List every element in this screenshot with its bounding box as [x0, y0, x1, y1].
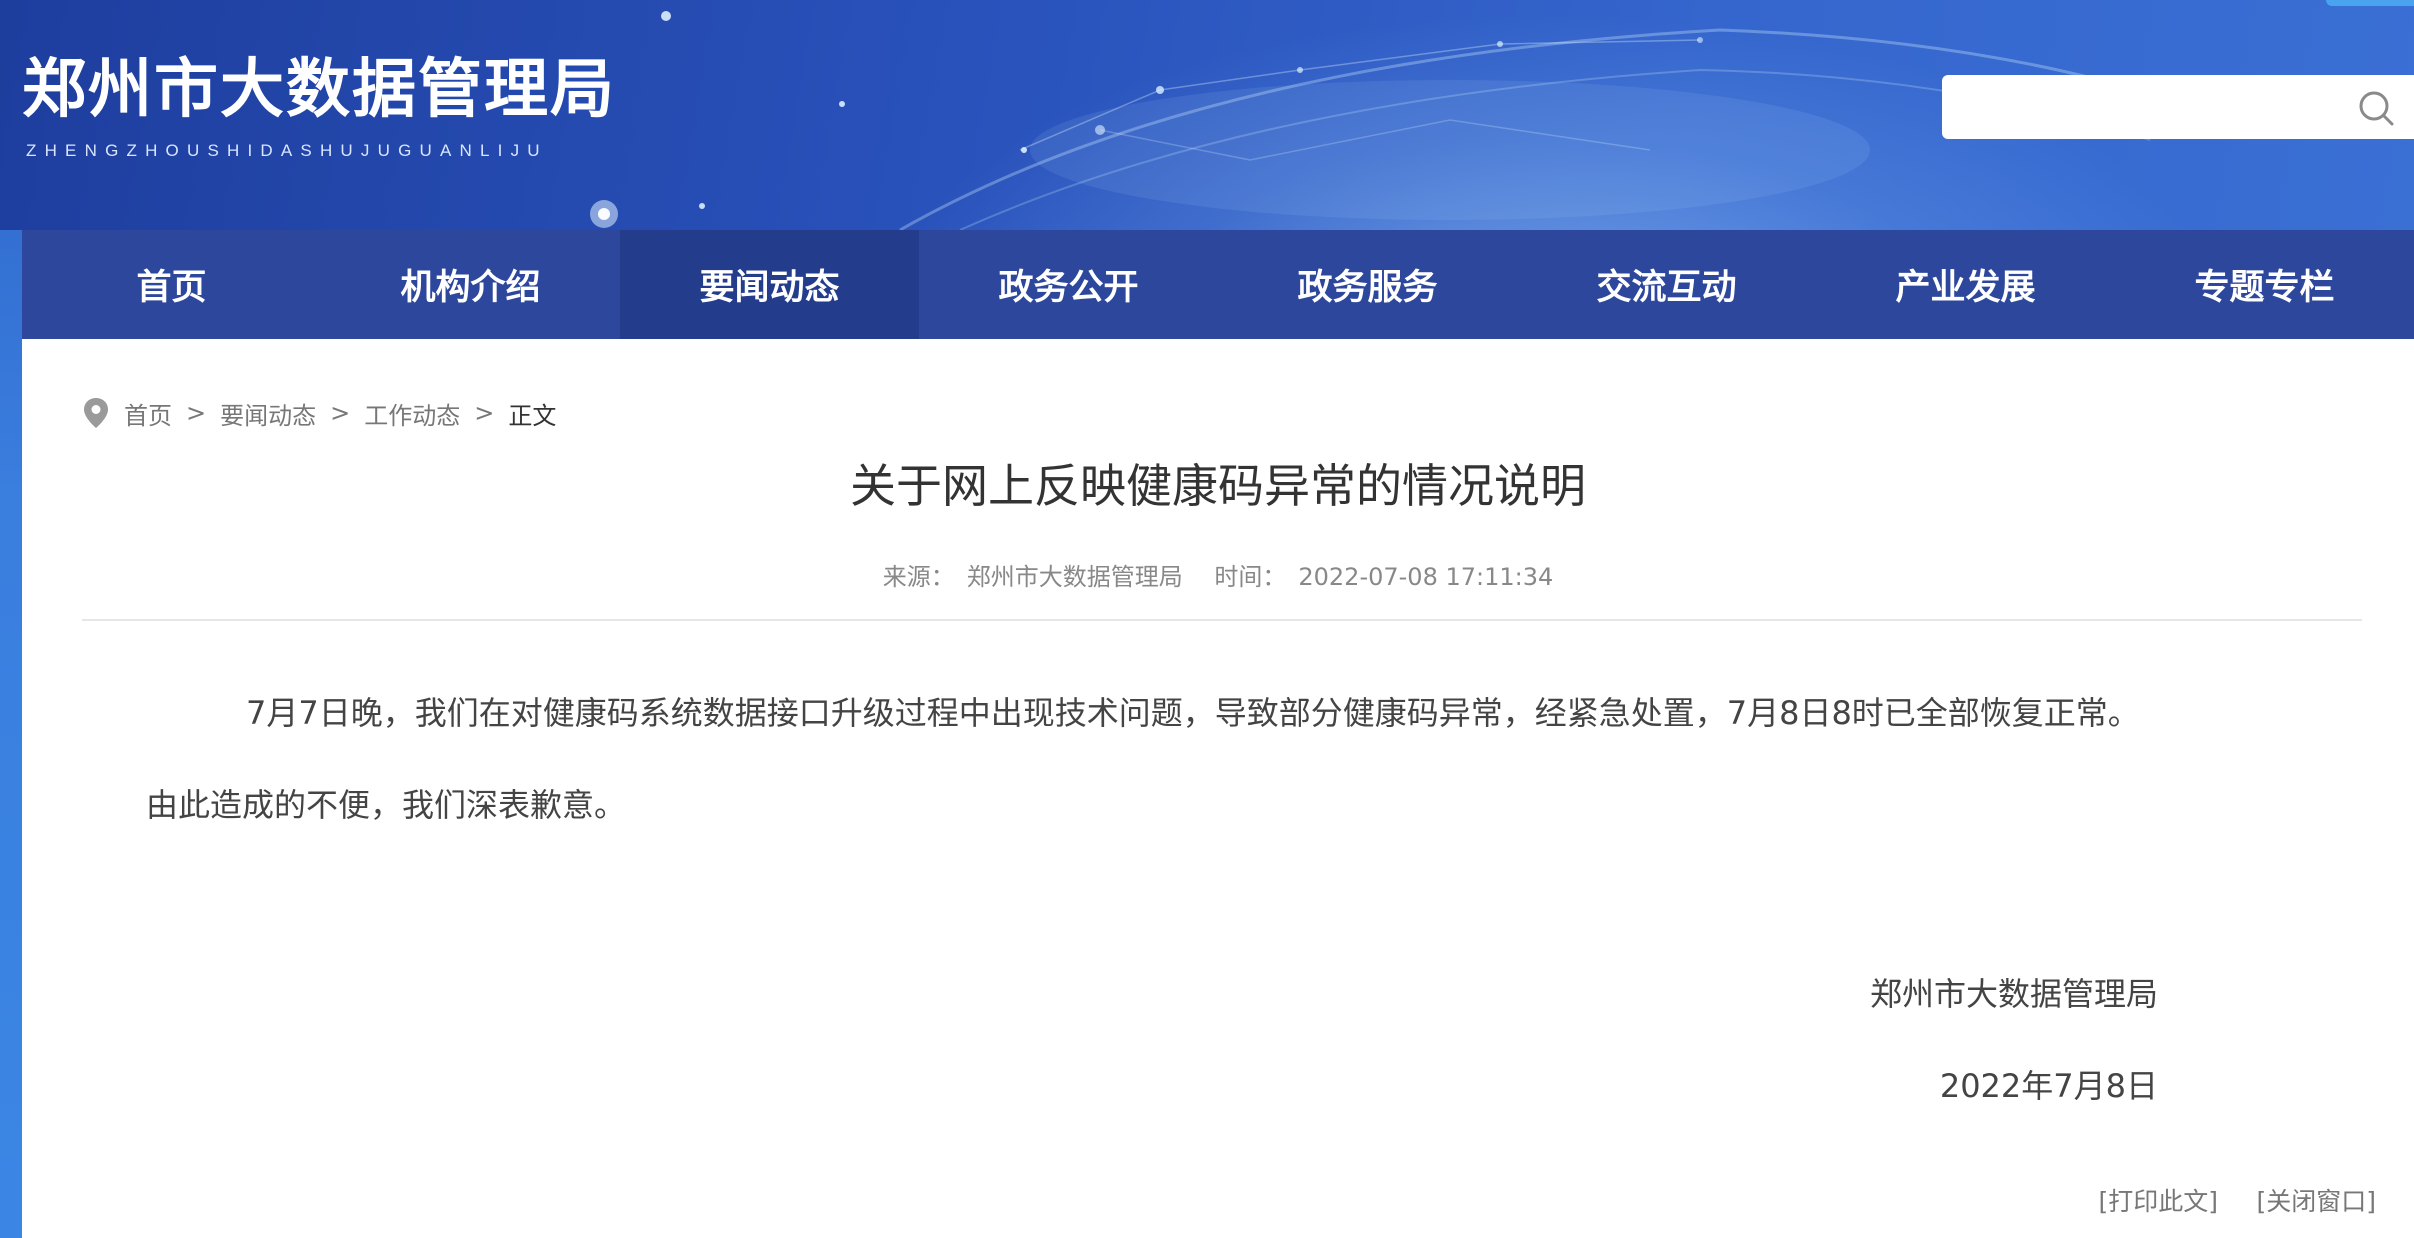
search-input[interactable]	[1956, 85, 2350, 131]
article-source-label: 来源：	[882, 563, 955, 591]
breadcrumb-current: 正文	[508, 401, 557, 430]
site-logo-pinyin: ZHENGZHOUSHIDASHUJUGUANLIJU	[26, 141, 548, 160]
nav-item-industry[interactable]: 产业发展	[1816, 230, 2115, 339]
close-window-button[interactable]: [关闭窗口]	[2256, 1182, 2376, 1218]
nav-item-gov-service[interactable]: 政务服务	[1218, 230, 1517, 339]
article-panel: 首页 > 要闻动态 > 工作动态 > 正文 关于网上反映健康码异常的情况说明 来…	[22, 339, 2414, 1238]
title-divider	[82, 619, 2362, 621]
article-time: 时间： 2022-07-08 17:11:34	[1208, 563, 1559, 591]
nav-item-about[interactable]: 机构介绍	[321, 230, 620, 339]
print-button[interactable]: [打印此文]	[2098, 1182, 2218, 1218]
breadcrumb-home[interactable]: 首页	[124, 396, 172, 431]
article-time-label: 时间：	[1214, 563, 1287, 591]
article-source: 来源： 郑州市大数据管理局	[877, 563, 1189, 591]
article-paragraph: 7月7日晚，我们在对健康码系统数据接口升级过程中出现技术问题，导致部分健康码异常…	[246, 694, 2140, 732]
location-pin-icon	[84, 398, 108, 428]
breadcrumb-news[interactable]: 要闻动态	[220, 396, 316, 431]
article-time-value: 2022-07-08 17:11:34	[1298, 563, 1554, 591]
breadcrumb: 首页 > 要闻动态 > 工作动态 > 正文	[82, 393, 556, 433]
nav-item-home[interactable]: 首页	[22, 230, 321, 339]
nav-item-news[interactable]: 要闻动态	[620, 230, 919, 339]
breadcrumb-separator: >	[474, 399, 495, 427]
signature-org: 郑州市大数据管理局	[1869, 975, 2158, 1013]
article-meta: 来源： 郑州市大数据管理局 时间： 2022-07-08 17:11:34	[22, 557, 2414, 592]
nav-item-gov-open[interactable]: 政务公开	[919, 230, 1218, 339]
article-source-value: 郑州市大数据管理局	[966, 563, 1183, 591]
main-nav: 首页 机构介绍 要闻动态 政务公开 政务服务 交流互动 产业发展 专题专栏	[22, 230, 2414, 339]
nav-item-topics[interactable]: 专题专栏	[2115, 230, 2414, 339]
article-title: 关于网上反映健康码异常的情况说明	[850, 459, 1586, 513]
breadcrumb-work-news[interactable]: 工作动态	[364, 396, 460, 431]
site-logo[interactable]: 郑州市大数据管理局	[22, 58, 616, 122]
header-banner: 郑州市大数据管理局 ZHENGZHOUSHIDASHUJUGUANLIJU	[0, 0, 2414, 230]
breadcrumb-separator: >	[330, 399, 351, 427]
article-paragraph: 由此造成的不便，我们深表歉意。	[146, 786, 627, 824]
search-box	[1942, 75, 2414, 139]
signature-date: 2022年7月8日	[1939, 1067, 2158, 1105]
nav-item-interaction[interactable]: 交流互动	[1517, 230, 1816, 339]
search-icon[interactable]	[2356, 88, 2396, 128]
top-accent-tab	[2326, 0, 2414, 6]
breadcrumb-separator: >	[186, 399, 207, 427]
